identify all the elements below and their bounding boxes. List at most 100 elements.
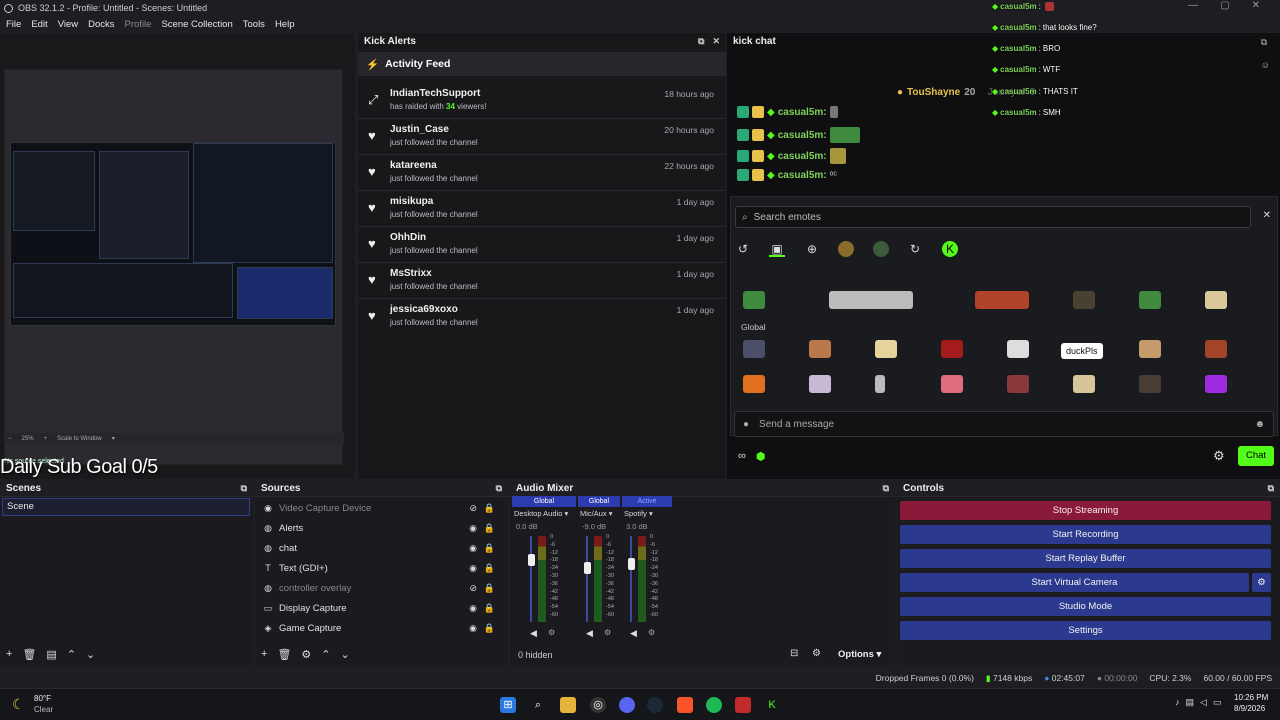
emote[interactable] bbox=[1073, 291, 1095, 309]
emote-search-input[interactable]: ⌕ Search emotes bbox=[735, 206, 1251, 228]
mic-icon[interactable]: ♪ bbox=[1175, 697, 1180, 708]
eye-icon[interactable]: ◉ bbox=[469, 563, 477, 574]
file-explorer-icon[interactable] bbox=[560, 697, 576, 713]
chat-username[interactable]: casual5m: bbox=[778, 151, 827, 162]
eye-icon[interactable]: ◉ bbox=[469, 523, 477, 534]
discord-icon[interactable] bbox=[619, 697, 635, 713]
mixer-channel-name[interactable]: Mic/Aux ▾ bbox=[580, 509, 613, 518]
speaker-icon[interactable]: ◀ bbox=[530, 628, 537, 639]
filter-icon[interactable]: ▤ bbox=[46, 648, 56, 661]
volume-fader-track[interactable] bbox=[586, 536, 588, 622]
chat-username[interactable]: casual5m: bbox=[778, 130, 827, 141]
emote[interactable] bbox=[1073, 375, 1095, 393]
obs-app-icon[interactable]: ◎ bbox=[590, 697, 606, 713]
studio-mode-button[interactable]: Studio Mode bbox=[900, 597, 1271, 616]
emote[interactable] bbox=[1007, 340, 1029, 358]
close-emotes-icon[interactable]: ✕ bbox=[1263, 210, 1271, 221]
source-item[interactable]: ◈ Game Capture ◉ 🔒 bbox=[255, 618, 505, 638]
channel-emotes-icon[interactable]: ▣ bbox=[769, 241, 785, 257]
menu-profile[interactable]: Profile bbox=[125, 19, 152, 30]
emote[interactable] bbox=[1139, 291, 1161, 309]
stop-streaming-button[interactable]: Stop Streaming bbox=[900, 501, 1271, 520]
zoom-out-icon[interactable]: − bbox=[8, 436, 12, 442]
volume-fader-handle[interactable] bbox=[584, 562, 591, 574]
trash-icon[interactable]: 🗑 bbox=[22, 648, 36, 661]
emote[interactable] bbox=[809, 375, 831, 393]
brave-icon[interactable] bbox=[677, 697, 693, 713]
preview-area[interactable]: − 25% + Scale to Window ▾ No source sele… bbox=[0, 33, 355, 479]
source-item[interactable]: ◍ Alerts ◉ 🔒 bbox=[255, 518, 505, 538]
search-icon[interactable]: ⌕ bbox=[530, 697, 546, 713]
menu-help[interactable]: Help bbox=[275, 19, 295, 30]
hidden-eye-icon[interactable]: ⊘ bbox=[469, 503, 477, 514]
battery-icon[interactable]: ▭ bbox=[1213, 697, 1222, 708]
menu-view[interactable]: View bbox=[58, 19, 78, 30]
emote[interactable] bbox=[875, 340, 897, 358]
start-virtual-camera-button[interactable]: Start Virtual Camera bbox=[900, 573, 1249, 592]
recent-icon[interactable]: ↺ bbox=[735, 241, 751, 257]
lock-icon[interactable]: 🔒 bbox=[484, 543, 495, 554]
eye-icon[interactable]: ◉ bbox=[469, 623, 477, 634]
steam-icon[interactable] bbox=[647, 697, 663, 713]
media-app-icon[interactable] bbox=[735, 697, 751, 713]
mixer-channel-name[interactable]: Spotify ▾ bbox=[624, 509, 653, 518]
mixer-settings-icon[interactable]: ⚙ bbox=[812, 648, 821, 659]
weather-desc[interactable]: Clear bbox=[34, 705, 53, 714]
virtual-camera-settings-icon[interactable]: ⚙ bbox=[1252, 573, 1271, 592]
7tv-icon[interactable]: ↻ bbox=[907, 241, 923, 257]
close-dock-icon[interactable]: ✕ bbox=[712, 36, 720, 47]
emoji-picker-icon[interactable]: ☻ bbox=[1254, 419, 1265, 430]
start-replay-buffer-button[interactable]: Start Replay Buffer bbox=[900, 549, 1271, 568]
lock-icon[interactable]: 🔒 bbox=[484, 603, 495, 614]
trash-icon[interactable]: 🗑 bbox=[277, 648, 291, 661]
points-icon[interactable]: ∞ bbox=[738, 450, 746, 463]
speaker-icon[interactable]: ◀ bbox=[630, 628, 637, 639]
source-item[interactable]: T Text (GDI+) ◉ 🔒 bbox=[255, 558, 505, 578]
emote[interactable] bbox=[975, 291, 1029, 309]
source-item[interactable]: ◍ controller overlay ⊘ 🔒 bbox=[255, 578, 505, 598]
menu-edit[interactable]: Edit bbox=[31, 19, 47, 30]
emote[interactable] bbox=[1007, 375, 1029, 393]
undock-icon[interactable]: ⧉ bbox=[496, 483, 502, 494]
clock-time[interactable]: 10:26 PM bbox=[1234, 693, 1268, 702]
down-icon[interactable]: ⌄ bbox=[86, 648, 95, 661]
emote[interactable] bbox=[743, 375, 765, 393]
emote[interactable] bbox=[829, 291, 913, 309]
start-recording-button[interactable]: Start Recording bbox=[900, 525, 1271, 544]
add-icon[interactable]: + bbox=[6, 648, 12, 661]
volume-fader-track[interactable] bbox=[530, 536, 532, 622]
source-item[interactable]: ◍ chat ◉ 🔒 bbox=[255, 538, 505, 558]
scale-mode[interactable]: Scale to Window bbox=[57, 436, 102, 442]
clock-date[interactable]: 8/9/2026 bbox=[1234, 704, 1265, 713]
volume-fader-handle[interactable] bbox=[628, 558, 635, 570]
eye-icon[interactable]: ◉ bbox=[469, 543, 477, 554]
layout-icon[interactable]: ⊟ bbox=[790, 648, 798, 659]
source-item[interactable]: ◉ Video Capture Device ⊘ 🔒 bbox=[255, 498, 505, 518]
emoji-icon[interactable] bbox=[873, 241, 889, 257]
chevron-down-icon[interactable]: ▾ bbox=[112, 435, 115, 442]
menu-tools[interactable]: Tools bbox=[243, 19, 265, 30]
lock-icon[interactable]: 🔒 bbox=[484, 503, 495, 514]
volume-icon[interactable]: ◁ bbox=[1200, 697, 1207, 708]
zoom-in-icon[interactable]: + bbox=[44, 436, 48, 442]
menu-scene-collection[interactable]: Scene Collection bbox=[161, 19, 232, 30]
emote[interactable] bbox=[941, 340, 963, 358]
spotify-icon[interactable] bbox=[706, 697, 722, 713]
emote[interactable] bbox=[1139, 375, 1161, 393]
up-icon[interactable]: ⌃ bbox=[67, 648, 76, 661]
scene-item[interactable]: Scene bbox=[2, 498, 250, 516]
chat-message-input[interactable]: ● Send a message ☻ bbox=[734, 411, 1274, 437]
speaker-icon[interactable]: ◀ bbox=[586, 628, 593, 639]
down-icon[interactable]: ⌄ bbox=[341, 648, 350, 661]
zoom-level[interactable]: 25% bbox=[22, 436, 34, 442]
weather-temp[interactable]: 80°F bbox=[34, 694, 51, 703]
undock-icon[interactable]: ⧉ bbox=[241, 483, 247, 494]
undock-icon[interactable]: ⧉ bbox=[698, 36, 704, 47]
options-button[interactable]: Options ▾ bbox=[838, 649, 881, 660]
lock-icon[interactable]: 🔒 bbox=[484, 563, 495, 574]
mixer-channel-name[interactable]: Desktop Audio ▾ bbox=[514, 509, 568, 518]
gear-icon[interactable]: ⚙ bbox=[301, 648, 311, 661]
moon-weather-icon[interactable]: ☾ bbox=[12, 696, 25, 713]
chat-send-button[interactable]: Chat bbox=[1238, 446, 1274, 466]
globe-icon[interactable]: ⊕ bbox=[804, 241, 820, 257]
